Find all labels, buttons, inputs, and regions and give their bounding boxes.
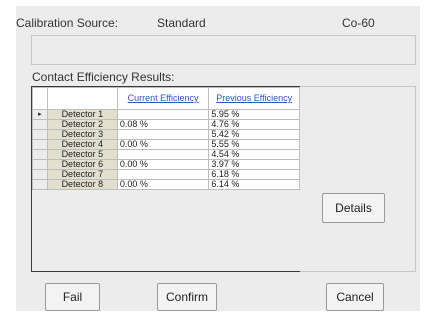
table-row[interactable]: Detector 3 5.42 % bbox=[32, 129, 300, 140]
row-selector-cell[interactable] bbox=[32, 119, 48, 130]
detector-name-cell: Detector 4 bbox=[46, 139, 118, 150]
table-header-row: Current Efficiency Previous Efficiency bbox=[32, 87, 300, 110]
row-selector-cell[interactable] bbox=[32, 159, 48, 170]
efficiency-grid[interactable]: Current Efficiency Previous Efficiency ▸… bbox=[31, 86, 301, 272]
detector-name-cell: Detector 1 bbox=[46, 109, 118, 120]
current-efficiency-cell: 0.00 % bbox=[116, 159, 210, 170]
row-selector-cell[interactable] bbox=[32, 169, 48, 180]
row-selector-cell[interactable] bbox=[32, 129, 48, 140]
confirm-button[interactable]: Confirm bbox=[157, 283, 217, 311]
message-box bbox=[31, 35, 416, 65]
table-row[interactable]: Detector 6 0.00 % 3.97 % bbox=[32, 159, 300, 170]
row-selector-cell[interactable] bbox=[32, 139, 48, 150]
row-selector-cell[interactable] bbox=[32, 149, 48, 160]
details-button[interactable]: Details bbox=[322, 193, 385, 223]
current-efficiency-cell bbox=[116, 109, 210, 120]
previous-efficiency-cell: 6.18 % bbox=[208, 169, 300, 180]
table-row[interactable]: Detector 2 0.08 % 4.76 % bbox=[32, 119, 300, 130]
previous-efficiency-cell: 6.14 % bbox=[208, 179, 300, 190]
detector-name-cell: Detector 6 bbox=[46, 159, 118, 170]
previous-efficiency-cell: 4.54 % bbox=[208, 149, 300, 160]
detector-name-cell: Detector 2 bbox=[46, 119, 118, 130]
row-selector-header bbox=[32, 87, 48, 110]
current-efficiency-cell: 0.00 % bbox=[116, 179, 210, 190]
detector-name-cell: Detector 7 bbox=[46, 169, 118, 180]
calibration-source-label: Calibration Source: bbox=[16, 16, 119, 30]
current-efficiency-cell bbox=[116, 129, 210, 140]
previous-efficiency-cell: 4.76 % bbox=[208, 119, 300, 130]
table-row[interactable]: Detector 5 4.54 % bbox=[32, 149, 300, 160]
details-pane bbox=[300, 86, 416, 272]
calibration-source-value: Standard bbox=[157, 16, 206, 30]
fail-button[interactable]: Fail bbox=[45, 283, 100, 311]
current-efficiency-header[interactable]: Current Efficiency bbox=[116, 87, 210, 110]
previous-efficiency-cell: 5.42 % bbox=[208, 129, 300, 140]
isotope-label: Co-60 bbox=[342, 16, 375, 30]
detector-name-cell: Detector 3 bbox=[46, 129, 118, 140]
current-efficiency-cell: 0.08 % bbox=[116, 119, 210, 130]
row-selector-cell[interactable] bbox=[32, 179, 48, 190]
table-row[interactable]: Detector 8 0.00 % 6.14 % bbox=[32, 179, 300, 190]
detector-name-cell: Detector 5 bbox=[46, 149, 118, 160]
previous-efficiency-header[interactable]: Previous Efficiency bbox=[208, 87, 300, 110]
detector-column-header bbox=[46, 87, 118, 110]
table-row[interactable]: Detector 4 0.00 % 5.55 % bbox=[32, 139, 300, 150]
table-row[interactable]: Detector 7 6.18 % bbox=[32, 169, 300, 180]
previous-efficiency-cell: 5.95 % bbox=[208, 109, 300, 120]
current-efficiency-cell bbox=[116, 149, 210, 160]
previous-efficiency-cell: 5.55 % bbox=[208, 139, 300, 150]
row-selector-cell[interactable]: ▸ bbox=[32, 109, 48, 120]
cancel-button[interactable]: Cancel bbox=[326, 283, 384, 311]
current-efficiency-cell bbox=[116, 169, 210, 180]
efficiency-table: Current Efficiency Previous Efficiency ▸… bbox=[32, 87, 300, 190]
results-heading: Contact Efficiency Results: bbox=[32, 70, 175, 84]
detector-name-cell: Detector 8 bbox=[46, 179, 118, 190]
current-efficiency-cell: 0.00 % bbox=[116, 139, 210, 150]
previous-efficiency-cell: 3.97 % bbox=[208, 159, 300, 170]
table-row[interactable]: ▸ Detector 1 5.95 % bbox=[32, 109, 300, 120]
